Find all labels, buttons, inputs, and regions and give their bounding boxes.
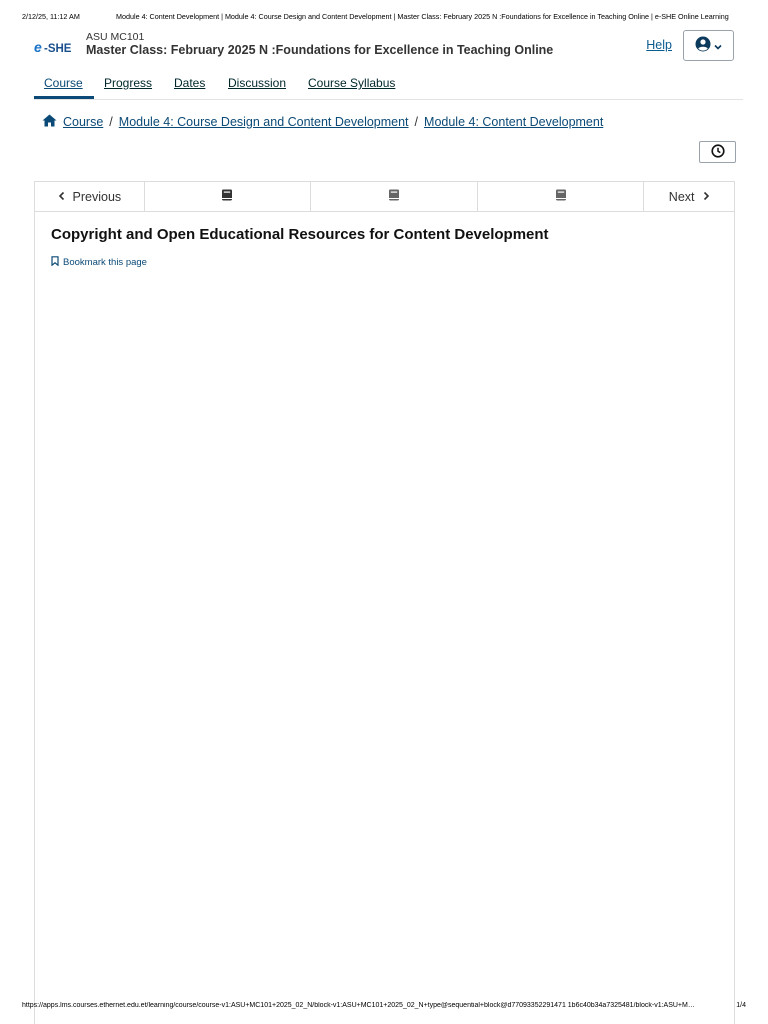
help-link[interactable]: Help: [646, 38, 672, 52]
unit-tab-3[interactable]: [478, 182, 645, 211]
book-icon: [388, 189, 400, 204]
print-url: https://apps.lms.courses.ethernet.edu.et…: [22, 1002, 695, 1009]
tab-course-syllabus[interactable]: Course Syllabus: [308, 73, 395, 99]
breadcrumb-course[interactable]: Course: [63, 115, 103, 129]
tab-dates[interactable]: Dates: [174, 73, 205, 99]
tab-progress[interactable]: Progress: [104, 73, 152, 99]
course-title: Master Class: February 2025 N :Foundatio…: [86, 43, 554, 57]
chevron-left-icon: [58, 190, 66, 204]
print-page-number: 1/4: [736, 1002, 746, 1009]
print-header: 2/12/25, 11:12 AM Module 4: Content Deve…: [22, 12, 738, 22]
course-org: ASU MC101: [86, 31, 145, 43]
chevron-right-icon: [702, 190, 710, 204]
active-tab-indicator: [34, 96, 94, 99]
clock-icon: [710, 143, 725, 162]
unit-tab-2[interactable]: [311, 182, 478, 211]
tab-discussion[interactable]: Discussion: [228, 73, 286, 99]
print-date: 2/12/25, 11:12 AM: [22, 12, 80, 21]
sequence-navigation: Previous Next: [34, 181, 735, 212]
due-dates-button[interactable]: [699, 141, 736, 163]
unit-title: Copyright and Open Educational Resources…: [51, 226, 549, 243]
unit-content-frame: [34, 212, 735, 1024]
site-header: e -SHE ASU MC101 Master Class: February …: [34, 30, 734, 64]
previous-label: Previous: [72, 189, 122, 204]
book-icon: [555, 189, 567, 204]
print-footer: https://apps.lms.courses.ethernet.edu.et…: [22, 1002, 746, 1012]
breadcrumb-separator: /: [109, 115, 113, 129]
breadcrumb-separator: /: [414, 115, 419, 129]
bookmark-icon: [51, 256, 59, 269]
bookmark-button[interactable]: Bookmark this page: [51, 256, 147, 269]
next-button[interactable]: Next: [644, 182, 734, 211]
svg-text:e: e: [34, 39, 42, 55]
breadcrumb-module[interactable]: Module 4: Course Design and Content Deve…: [119, 115, 409, 129]
book-icon: [221, 189, 233, 204]
breadcrumb-subsection[interactable]: Module 4: Content Development: [424, 115, 603, 129]
unit-tab-1[interactable]: [145, 182, 312, 211]
course-tabs: Course Progress Dates Discussion Course …: [34, 73, 743, 100]
chevron-down-icon: [714, 36, 722, 55]
next-label: Next: [668, 189, 695, 204]
user-menu-button[interactable]: [683, 30, 734, 61]
svg-text:-SHE: -SHE: [44, 43, 72, 55]
home-icon[interactable]: [42, 114, 57, 130]
previous-button[interactable]: Previous: [35, 182, 145, 211]
breadcrumb: Course / Module 4: Course Design and Con…: [42, 113, 603, 131]
print-page-title: Module 4: Content Development | Module 4…: [116, 12, 729, 21]
eshe-logo[interactable]: e -SHE: [34, 38, 76, 56]
bookmark-label: Bookmark this page: [63, 257, 147, 268]
user-circle-icon: [695, 36, 711, 56]
